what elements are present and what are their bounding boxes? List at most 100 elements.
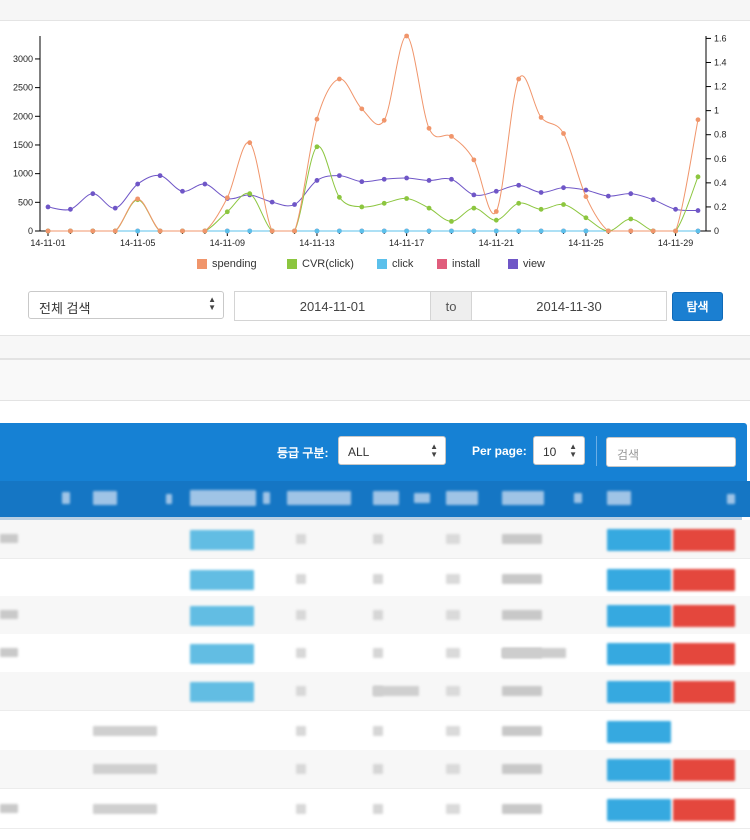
point-spending — [45, 228, 51, 234]
select-arrows-icon: ▲ ▼ — [569, 442, 577, 459]
point-cvr-click — [314, 144, 320, 150]
table-cell-redacted[interactable] — [607, 605, 671, 627]
table-cell-redacted — [190, 644, 254, 664]
point-view — [180, 188, 185, 194]
point-view — [605, 193, 611, 199]
per-page-label: Per page: — [472, 444, 527, 458]
y-right-tick-label: 0 — [714, 226, 719, 236]
point-spending — [90, 228, 96, 234]
point-cvr-click — [561, 202, 566, 207]
point-click — [426, 228, 432, 234]
table-cell-redacted[interactable] — [673, 643, 735, 665]
legend-swatch — [287, 259, 297, 269]
table-cell-redacted — [93, 726, 157, 736]
y-left-tick-label: 1000 — [13, 169, 33, 179]
table-cell-redacted[interactable] — [607, 643, 671, 665]
point-cvr-click — [583, 215, 589, 221]
table-cell-redacted[interactable] — [607, 681, 671, 703]
point-cvr-click — [404, 196, 410, 201]
table-cell-redacted[interactable] — [673, 681, 735, 703]
series-line-cvr-click — [48, 146, 699, 232]
table-cell-redacted — [296, 610, 306, 620]
search-scope-select[interactable]: 전체 검색 ▲ ▼ — [28, 291, 224, 319]
table-cell-redacted[interactable] — [673, 569, 735, 591]
point-spending — [426, 125, 432, 131]
performance-chart: 0 500 1000 1500 2000 2500 3000 0 0.2 0.4 0.6 0.8 1 1.… — [13, 33, 727, 248]
x-tick-label: 14-11-17 — [389, 238, 424, 248]
point-cvr-click — [516, 200, 522, 206]
table-cell-redacted[interactable] — [607, 529, 671, 551]
point-click — [471, 228, 477, 234]
table-cell-redacted[interactable] — [673, 759, 735, 781]
date-to-input[interactable]: 2014-11-30 — [471, 291, 667, 321]
y-right-tick-label: 1 — [714, 106, 719, 116]
x-tick-label: 14-11-29 — [658, 238, 693, 248]
per-page-select[interactable]: 10 ▲ ▼ — [533, 436, 585, 465]
series-line-view — [47, 174, 699, 212]
point-spending — [269, 228, 275, 234]
point-view — [157, 173, 163, 179]
point-view — [381, 176, 387, 182]
table-cell-redacted — [296, 764, 306, 774]
table-cell-redacted[interactable] — [673, 605, 735, 627]
header-cell-redacted — [263, 492, 270, 504]
table-cell-redacted[interactable] — [607, 721, 671, 743]
date-range-separator: to — [431, 291, 471, 321]
legend-label: spending — [212, 258, 257, 270]
point-view — [314, 178, 320, 183]
table-cell-redacted — [502, 726, 542, 736]
table-cell-redacted[interactable] — [607, 759, 671, 781]
grade-filter-select[interactable]: ALL ▲ ▼ — [338, 436, 446, 465]
table-cell-redacted — [0, 804, 18, 813]
table-cell-redacted[interactable] — [607, 799, 671, 821]
point-spending — [381, 117, 387, 123]
header-cell-redacted — [502, 491, 544, 505]
legend-item[interactable]: view — [508, 258, 545, 270]
point-spending — [471, 157, 477, 163]
table-cell-redacted — [446, 686, 460, 696]
table-cell-redacted — [446, 726, 460, 736]
point-view — [68, 206, 73, 212]
point-spending — [493, 209, 499, 214]
point-click — [135, 228, 141, 234]
point-click — [561, 228, 566, 234]
legend-item[interactable]: spending — [197, 258, 257, 270]
table-cell-redacted — [0, 534, 18, 543]
series-line-spending — [48, 35, 699, 232]
point-click — [516, 228, 522, 234]
point-spending — [68, 228, 73, 234]
table-cell-redacted — [446, 804, 460, 814]
table-cell-redacted — [446, 764, 460, 774]
legend-item[interactable]: click — [377, 258, 413, 270]
y-left-tick-label: 0 — [28, 226, 33, 236]
table-cell-redacted — [296, 648, 306, 658]
date-from-input[interactable]: 2014-11-01 — [234, 291, 431, 321]
point-view — [471, 192, 477, 198]
table-search-input[interactable]: 검색 — [606, 437, 736, 467]
search-button[interactable]: 탐색 — [672, 292, 723, 321]
point-view — [449, 176, 454, 182]
point-cvr-click — [426, 205, 432, 211]
table-cell-redacted — [502, 574, 542, 584]
table-cell-redacted[interactable] — [607, 569, 671, 591]
table-cell-redacted — [93, 764, 157, 774]
point-view — [628, 191, 634, 197]
legend-item[interactable]: CVR(click) — [287, 258, 354, 270]
point-click — [449, 228, 454, 234]
point-view — [292, 202, 297, 207]
table-cell-redacted — [373, 534, 383, 544]
point-cvr-click — [224, 209, 230, 215]
table-cell-redacted[interactable] — [673, 529, 735, 551]
legend-item[interactable]: install — [437, 258, 480, 270]
table-cell-redacted[interactable] — [673, 799, 735, 821]
x-tick-label: 14-11-09 — [210, 238, 245, 248]
x-tick-label: 14-11-01 — [30, 238, 65, 248]
select-arrows-icon: ▲ ▼ — [208, 295, 216, 312]
y-right-tick-label: 0.2 — [714, 202, 727, 212]
select-arrows-icon: ▲ ▼ — [430, 442, 438, 459]
header-cell-redacted — [190, 490, 256, 506]
point-click — [404, 228, 410, 234]
chart-legend: spending CVR(click) click install view — [0, 258, 750, 274]
point-spending — [157, 228, 163, 234]
table-cell-redacted — [296, 686, 306, 696]
